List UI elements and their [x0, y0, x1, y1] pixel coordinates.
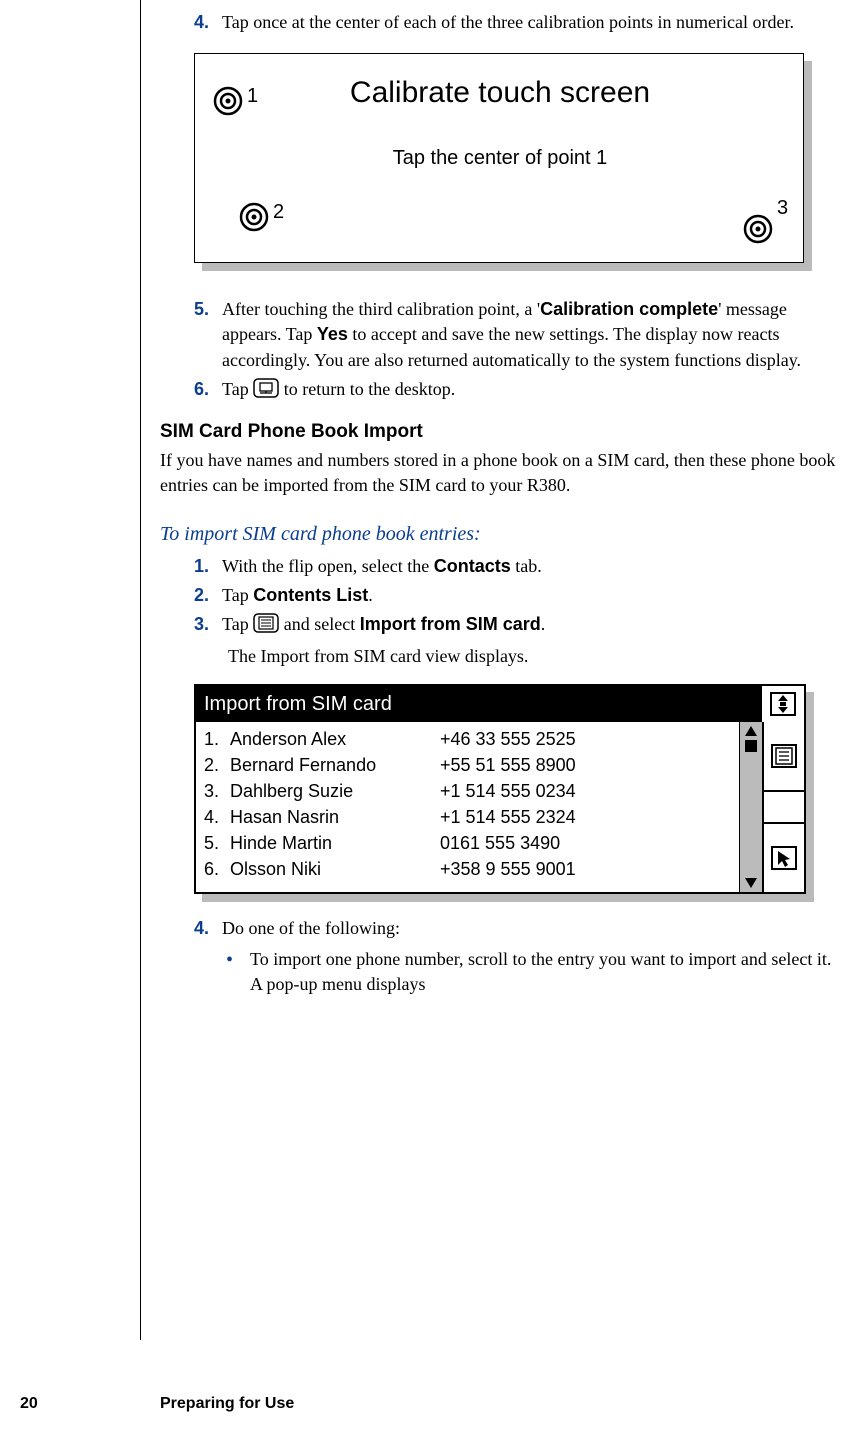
calibration-label-1: 1 [247, 82, 258, 110]
scroll-down-icon[interactable] [745, 878, 757, 888]
text: and select [279, 614, 359, 634]
text: tab. [511, 556, 542, 576]
text: After touching the third calibration poi… [222, 299, 540, 319]
text: Tap [222, 379, 253, 399]
import-step-3-sub: The Import from SIM card view displays. [228, 644, 840, 669]
step-text: After touching the third calibration poi… [222, 297, 840, 373]
list-item[interactable]: 2.Bernard Fernando+55 51 555 8900 [204, 752, 731, 778]
step-text: Do one of the following: [222, 916, 840, 941]
scroll-thumb[interactable] [745, 740, 757, 752]
calibration-figure: Calibrate touch screen Tap the center of… [194, 53, 814, 273]
toolbox-icon[interactable] [760, 686, 804, 722]
footer-title: Preparing for Use [80, 1393, 294, 1415]
text: to return to the desktop. [279, 379, 455, 399]
bold-text: Calibration complete [540, 299, 718, 319]
calibration-target-3[interactable] [743, 214, 773, 244]
scroll-up-icon[interactable] [745, 726, 757, 736]
step-number: 4. [194, 916, 222, 941]
list-item[interactable]: 1.Anderson Alex+46 33 555 2525 [204, 726, 731, 752]
sim-screen-title: Import from SIM card [196, 686, 760, 722]
step-4b: 4. Do one of the following: [160, 916, 840, 941]
list-item[interactable]: 3.Dahlberg Suzie+1 514 555 0234 [204, 778, 731, 804]
bold-text: Yes [317, 324, 348, 344]
sim-contact-list[interactable]: 1.Anderson Alex+46 33 555 2525 2.Bernard… [196, 722, 739, 892]
bold-text: Contents List [253, 585, 368, 605]
step-number: 3. [194, 612, 222, 640]
calibration-subtitle: Tap the center of point 1 [195, 144, 805, 172]
list-icon[interactable] [764, 722, 804, 792]
sim-import-figure: Import from SIM card 1.Anderson Alex+46 … [194, 684, 814, 902]
step-number: 1. [194, 554, 222, 579]
list-item[interactable]: 5.Hinde Martin0161 555 3490 [204, 830, 731, 856]
import-step-1: 1. With the flip open, select the Contac… [160, 554, 840, 579]
left-margin-rule [140, 0, 141, 1340]
sim-import-paragraph: If you have names and numbers stored in … [160, 448, 840, 498]
bullet-dot-icon: • [226, 947, 250, 997]
step-4: 4. Tap once at the center of each of the… [160, 10, 840, 35]
step-text: Tap and select Import from SIM card. [222, 612, 840, 640]
calibration-label-2: 2 [273, 198, 284, 226]
step-number: 5. [194, 297, 222, 373]
step-number: 2. [194, 583, 222, 608]
side-toolbar [762, 722, 804, 892]
text: . [368, 585, 373, 605]
import-procedure-heading: To import SIM card phone book entries: [160, 520, 840, 548]
step-5: 5. After touching the third calibration … [160, 297, 840, 373]
pointer-icon[interactable] [764, 822, 804, 892]
step-text: Tap once at the center of each of the th… [222, 10, 840, 35]
list-item[interactable]: 4.Hasan Nasrin+1 514 555 2324 [204, 804, 731, 830]
bullet-text: To import one phone number, scroll to th… [250, 947, 840, 997]
step-text: With the flip open, select the Contacts … [222, 554, 840, 579]
step-text: Tap to return to the desktop. [222, 377, 840, 405]
calibration-target-2[interactable] [239, 202, 269, 232]
page-number: 20 [0, 1393, 80, 1415]
step-number: 6. [194, 377, 222, 405]
scrollbar[interactable] [739, 722, 762, 892]
text: With the flip open, select the [222, 556, 434, 576]
bold-text: Import from SIM card [360, 614, 541, 634]
bold-text: Contacts [434, 556, 511, 576]
list-item[interactable]: 6.Olsson Niki+358 9 555 9001 [204, 856, 731, 882]
desktop-icon [253, 378, 279, 405]
sim-import-heading: SIM Card Phone Book Import [160, 419, 840, 446]
step-text: Tap Contents List. [222, 583, 840, 608]
calibration-title: Calibrate touch screen [195, 72, 805, 114]
page-footer: 20 Preparing for Use [0, 1393, 862, 1415]
calibration-label-3: 3 [777, 194, 788, 222]
import-step-2: 2. Tap Contents List. [160, 583, 840, 608]
text: Tap [222, 614, 253, 634]
import-step-3: 3. Tap and select Import from SIM card. [160, 612, 840, 640]
bullet-item: • To import one phone number, scroll to … [226, 947, 840, 997]
text: Tap [222, 585, 253, 605]
step-number: 4. [194, 10, 222, 35]
calibration-target-1[interactable] [213, 86, 243, 116]
step-6: 6. Tap to return to the desktop. [160, 377, 840, 405]
menu-icon [253, 613, 279, 640]
text: . [541, 614, 546, 634]
